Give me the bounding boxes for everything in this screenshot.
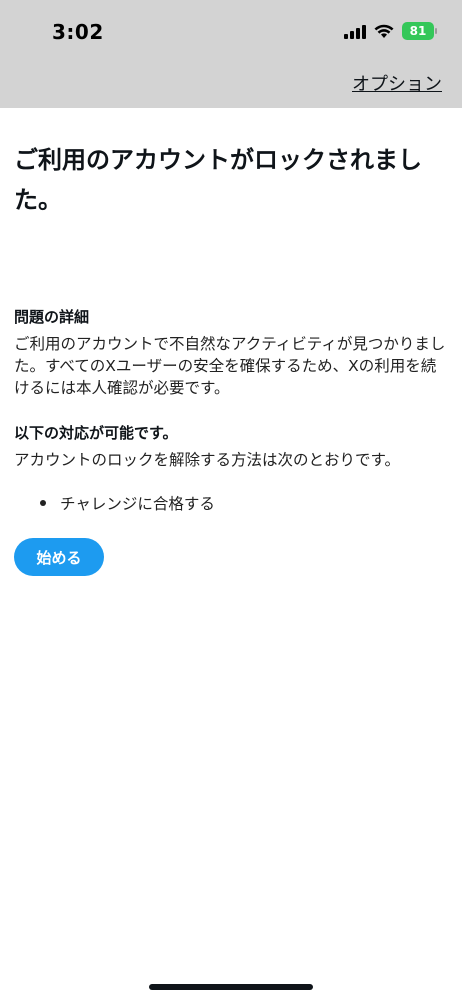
battery-level: 81 <box>409 24 427 38</box>
list-item: チャレンジに合格する <box>40 492 215 514</box>
details-heading: 問題の詳細 <box>14 308 90 326</box>
status-time: 3:02 <box>52 20 104 44</box>
status-icons: 81 <box>344 22 437 40</box>
list-item-label: チャレンジに合格する <box>60 495 215 513</box>
main-content: ご利用のアカウントがロックされました。 <box>14 140 448 220</box>
wifi-icon <box>374 24 394 39</box>
screen: 3:02 81 オプション ご利用のアカウントがロックされました。 問題の詳細 … <box>0 0 462 999</box>
problem-details-section: 問題の詳細 ご利用のアカウントで不自然なアクティビティが見つかりました。すべての… <box>14 306 448 399</box>
battery-icon: 81 <box>402 22 437 40</box>
top-bar: 3:02 81 オプション <box>0 0 462 108</box>
cellular-signal-icon <box>344 23 366 39</box>
available-actions-section: 以下の対応が可能です。 アカウントのロックを解除する方法は次のとおりです。 <box>14 422 448 471</box>
options-link[interactable]: オプション <box>352 70 442 96</box>
available-heading: 以下の対応が可能です。 <box>14 424 178 442</box>
start-button[interactable]: 始める <box>14 538 104 576</box>
page-title: ご利用のアカウントがロックされました。 <box>14 146 422 214</box>
details-body: ご利用のアカウントで不自然なアクティビティが見つかりました。すべてのXユーザーの… <box>14 335 446 397</box>
available-body: アカウントのロックを解除する方法は次のとおりです。 <box>14 451 400 469</box>
bullet-dot <box>40 500 46 506</box>
home-indicator <box>149 984 313 990</box>
